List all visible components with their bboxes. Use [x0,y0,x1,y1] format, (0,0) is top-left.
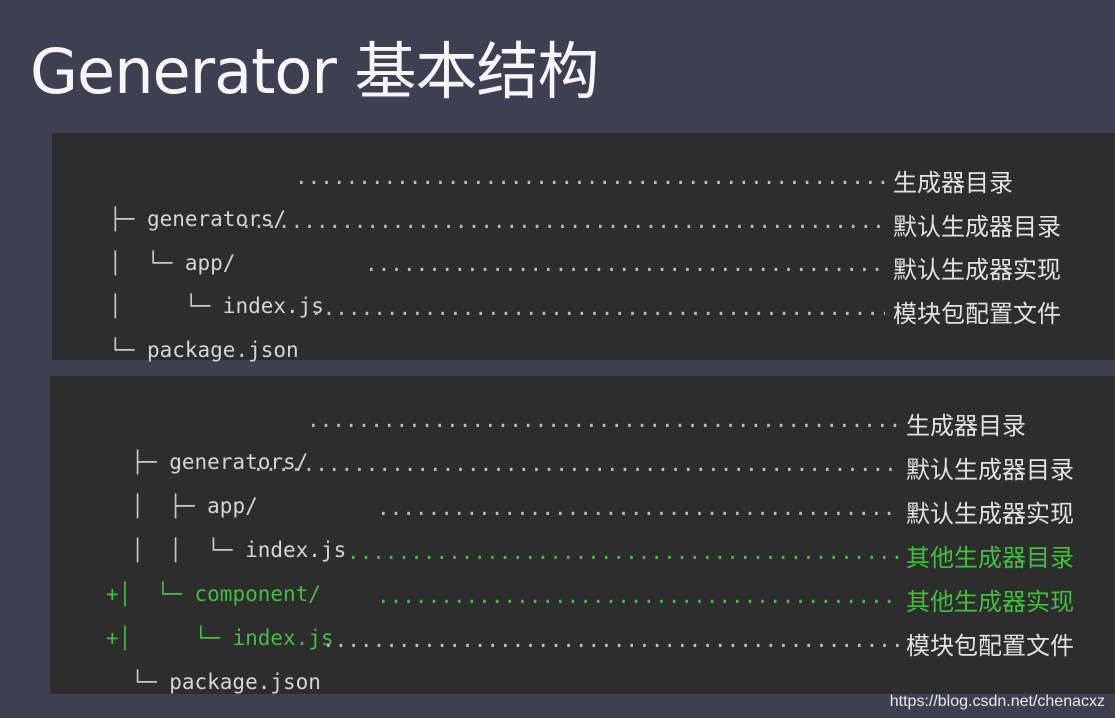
leader-dots: ········································… [310,302,885,326]
tree-item-description: 其他生成器实现 [906,588,1074,616]
tree-item-name: package.json [169,670,321,694]
tree-item-description: 其他生成器目录 [906,544,1074,572]
tree-row: │ │ └─ index.js ························… [82,496,1105,562]
leader-dots: ········································… [365,258,885,282]
tree-row-added: +│ └─ index.js ·························… [82,584,1105,650]
tree-row: └─ package.json ························… [85,296,1105,362]
tree-item-description: 默认生成器目录 [906,456,1074,484]
leader-dots: ········································… [377,590,899,614]
leader-dots: ········································… [240,215,885,239]
tree-row: └─ package.json ························… [82,628,1105,694]
leader-dots: ········································… [347,546,899,570]
tree-row-added: +│ └─ component/ ·······················… [82,540,1105,606]
leader-dots: ········································… [252,458,899,482]
tree-row: │ └─ app/ ······························… [85,209,1105,275]
tree-item-description: 模块包配置文件 [893,300,1061,328]
tree-row: │ ├─ app/ ······························… [82,452,1105,518]
page-title: Generator 基本结构 [30,35,600,108]
code-block-basic: ├─ generators/ ·························… [52,133,1115,362]
source-url-watermark: https://blog.csdn.net/chenacxz [889,693,1105,710]
tree-branch: └─ [109,338,147,362]
leader-dots: ········································… [377,502,899,526]
leader-dots: ········································… [307,414,899,438]
slide: Generator 基本结构 ├─ generators/ ··········… [0,0,1115,718]
tree-item-description: 默认生成器实现 [893,256,1061,284]
leader-dots: ········································… [295,171,885,195]
tree-row: ├─ generators/ ·························… [82,408,1105,474]
tree-item-description: 生成器目录 [893,169,1013,197]
tree-row: ├─ generators/ ·························… [85,165,1105,231]
code-block-extended: ├─ generators/ ·························… [50,376,1115,694]
tree-branch: └─ [106,670,170,694]
tree-item-description: 模块包配置文件 [906,632,1074,660]
tree-item-name: package.json [146,338,299,362]
tree-item-description: 生成器目录 [906,412,1026,440]
tree-item-description: 默认生成器实现 [906,500,1074,528]
leader-dots: ········································… [322,634,899,658]
tree-item-description: 默认生成器目录 [893,213,1061,241]
tree-row: │ └─ index.js ··························… [85,252,1105,318]
